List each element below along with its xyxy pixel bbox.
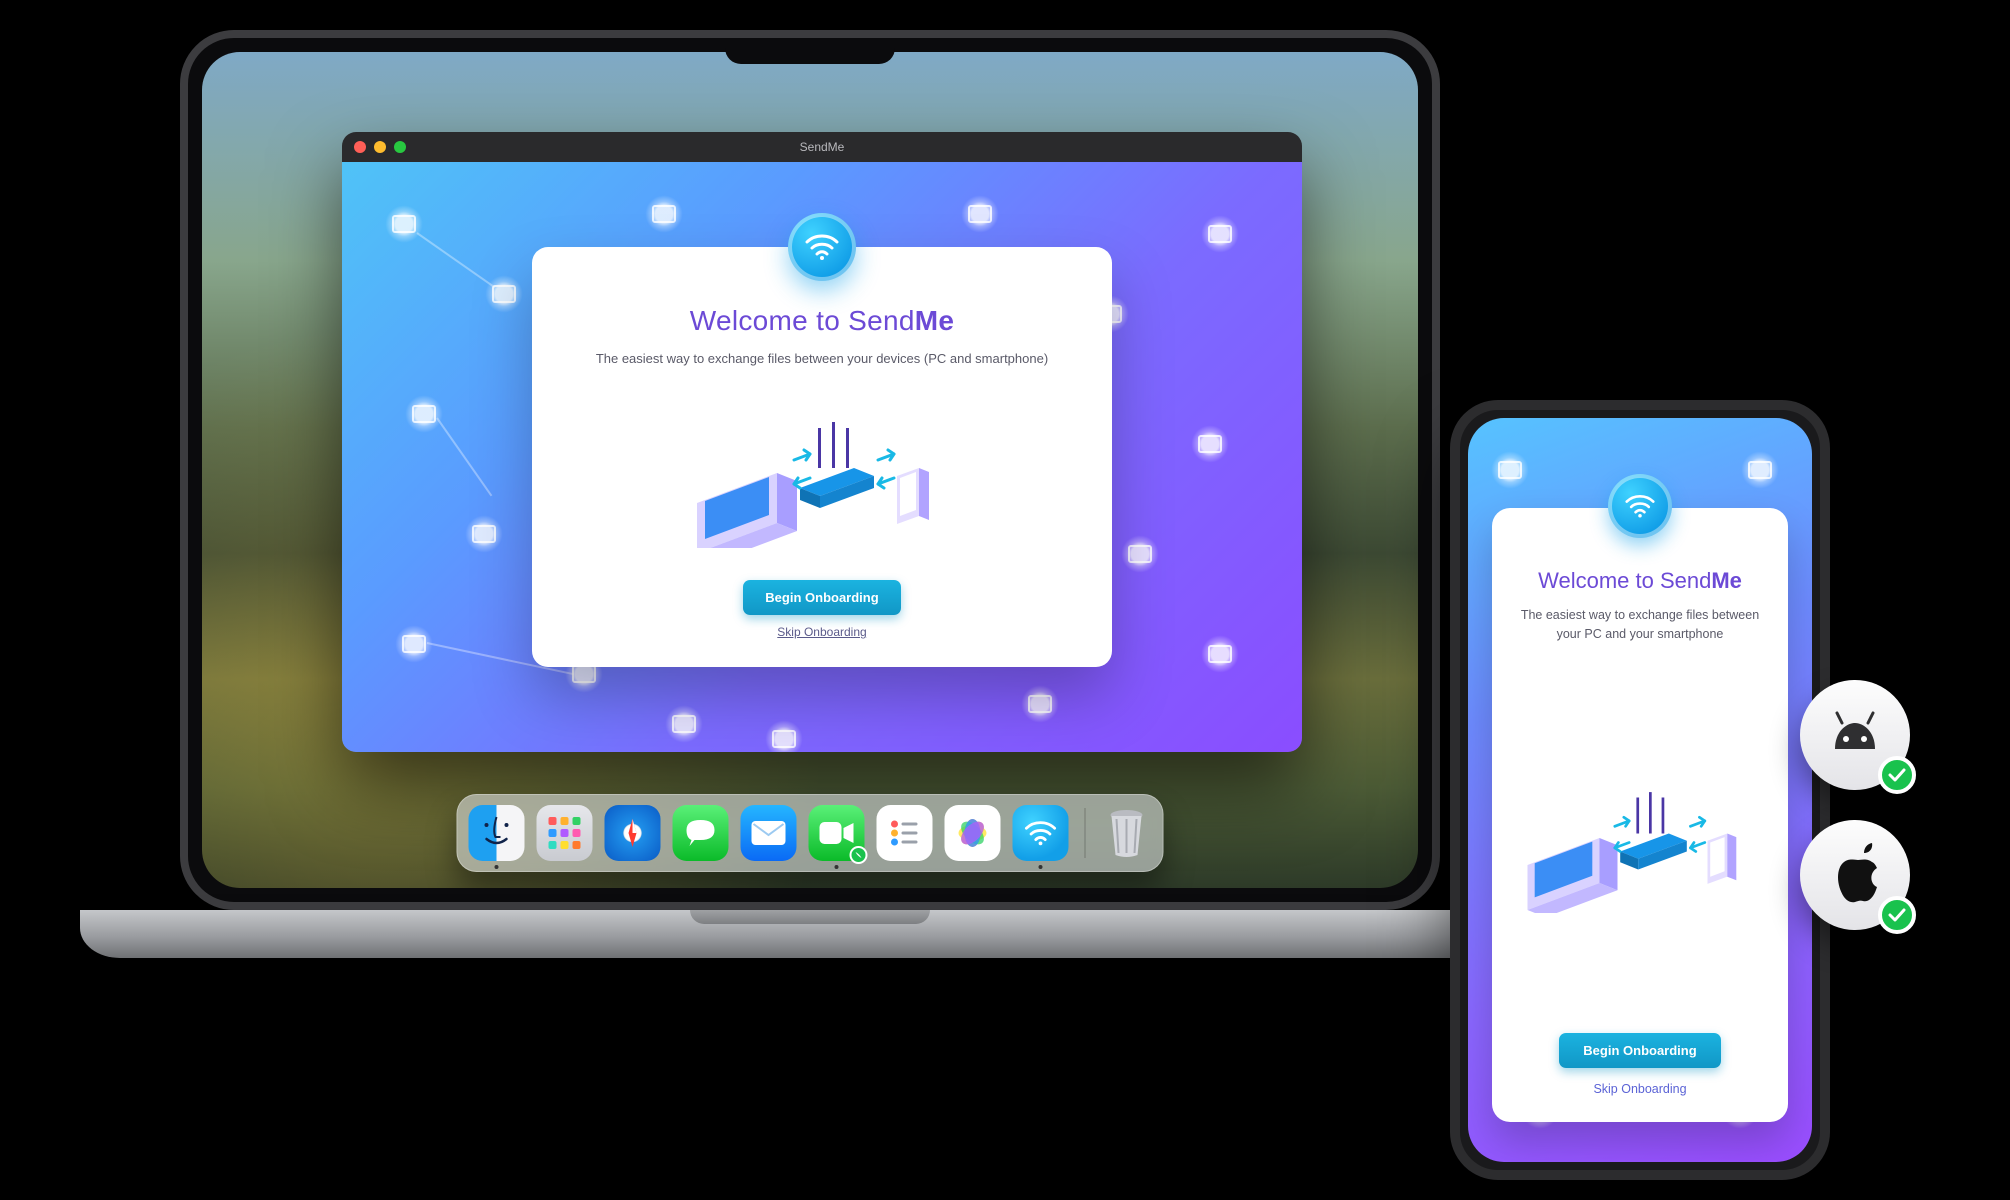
welcome-title: Welcome to SendMe xyxy=(690,305,955,337)
dock-messages-icon[interactable] xyxy=(673,805,729,861)
dock-reminders-icon[interactable] xyxy=(877,805,933,861)
wifi-icon xyxy=(1608,474,1672,538)
begin-onboarding-button[interactable]: Begin Onboarding xyxy=(743,580,900,615)
dock-mail-icon[interactable] xyxy=(741,805,797,861)
dock-finder-icon[interactable] xyxy=(469,805,525,861)
phone-frame: Welcome to SendMe The easiest way to exc… xyxy=(1450,400,1830,1180)
devices-illustration xyxy=(568,366,1076,580)
onboarding-card: Welcome to SendMe The easiest way to exc… xyxy=(532,247,1112,667)
dock-facetime-icon[interactable] xyxy=(809,805,865,861)
dock-launchpad-icon[interactable] xyxy=(537,805,593,861)
window-titlebar: SendMe xyxy=(342,132,1302,162)
apple-badge xyxy=(1800,820,1910,930)
devices-illustration-mobile xyxy=(1514,644,1766,1034)
android-badge xyxy=(1800,680,1910,790)
check-icon xyxy=(1878,756,1916,794)
skip-onboarding-link[interactable]: Skip Onboarding xyxy=(1593,1082,1686,1096)
wifi-icon xyxy=(788,213,856,281)
window-title: SendMe xyxy=(342,140,1302,154)
sendme-window: SendMe xyxy=(342,132,1302,752)
macbook-frame: SendMe xyxy=(180,30,1440,958)
dock-trash-icon[interactable] xyxy=(1102,805,1152,861)
macos-desktop: SendMe xyxy=(202,52,1418,888)
welcome-title-mobile: Welcome to SendMe xyxy=(1538,568,1742,594)
android-icon xyxy=(1823,703,1887,767)
dock-safari-icon[interactable] xyxy=(605,805,661,861)
phone-screen: Welcome to SendMe The easiest way to exc… xyxy=(1468,418,1812,1162)
begin-onboarding-button[interactable]: Begin Onboarding xyxy=(1559,1033,1720,1068)
welcome-subtitle-mobile: The easiest way to exchange files betwee… xyxy=(1514,606,1766,644)
check-icon xyxy=(1878,896,1916,934)
onboarding-card-mobile: Welcome to SendMe The easiest way to exc… xyxy=(1492,508,1788,1122)
skip-onboarding-link[interactable]: Skip Onboarding xyxy=(777,625,866,639)
macos-dock xyxy=(457,794,1164,872)
dock-sendme-icon[interactable] xyxy=(1013,805,1069,861)
dock-photos-icon[interactable] xyxy=(945,805,1001,861)
welcome-subtitle: The easiest way to exchange files betwee… xyxy=(596,351,1048,366)
apple-icon xyxy=(1827,843,1883,907)
